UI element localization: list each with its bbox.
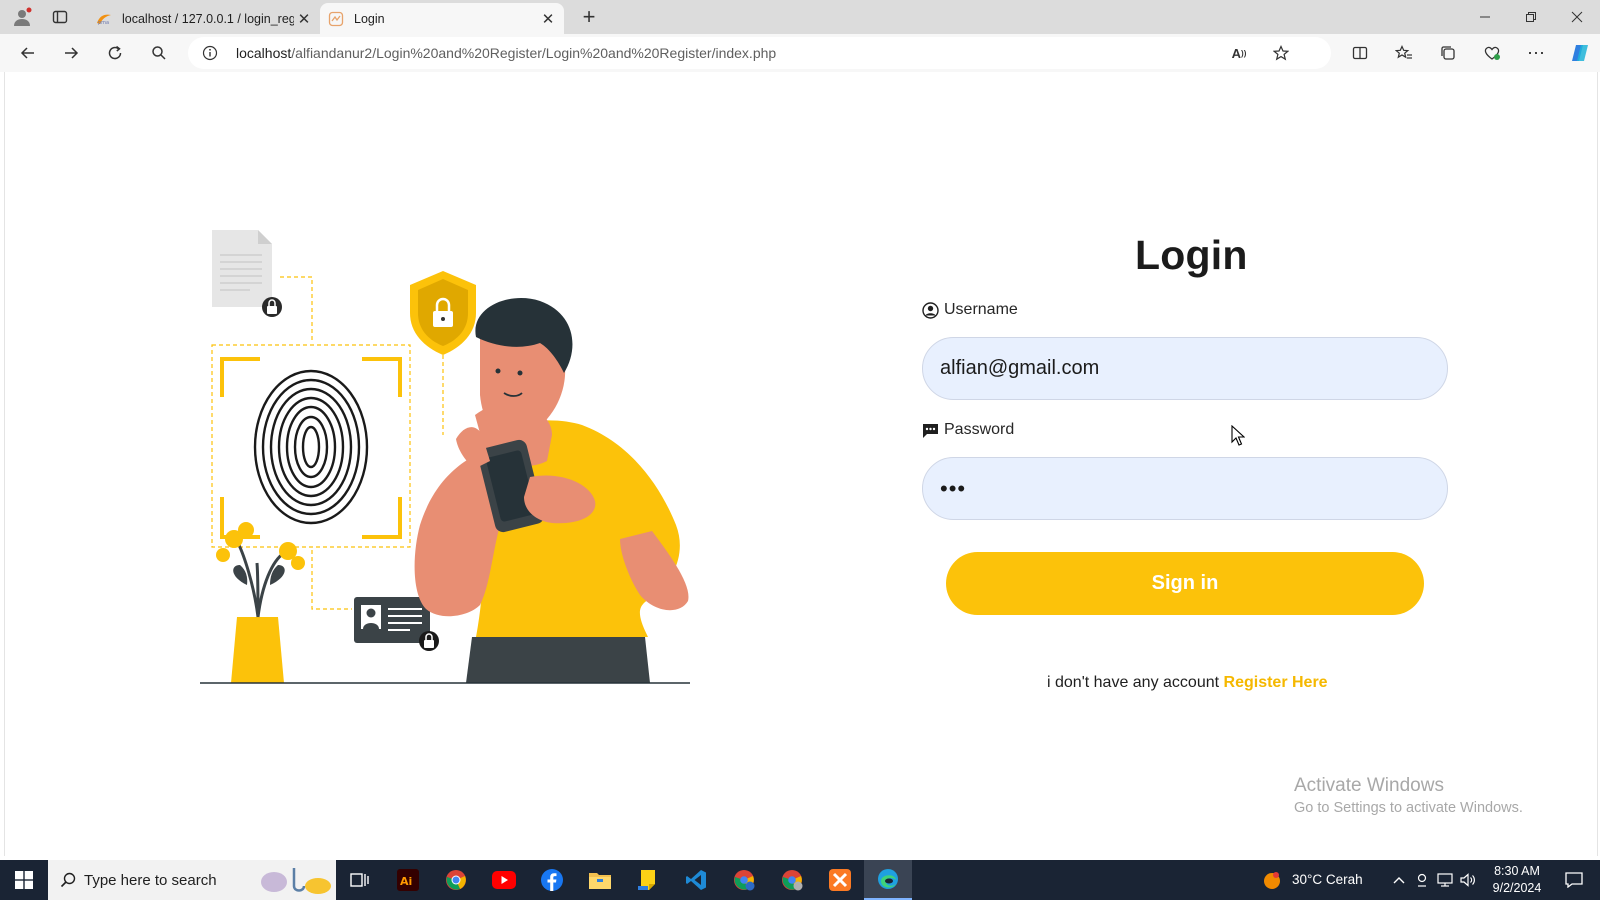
file-explorer-icon[interactable] — [576, 860, 624, 900]
security-illustration — [200, 230, 690, 684]
site-info-icon[interactable] — [200, 43, 220, 63]
browser-tab-bar: pma localhost / 127.0.0.1 / login_regist… — [0, 0, 1600, 34]
weather-text[interactable]: 30°C Cerah — [1292, 872, 1363, 887]
close-tab-icon[interactable]: ✕ — [538, 9, 558, 29]
tab-title: Login — [354, 11, 385, 26]
tab-title: localhost / 127.0.0.1 / login_regist — [122, 11, 294, 26]
edge-icon[interactable] — [864, 860, 912, 900]
username-label: Username — [922, 301, 1018, 319]
password-label-text: Password — [944, 421, 1015, 438]
favorites-icon[interactable] — [1392, 41, 1416, 65]
tab-phpmyadmin[interactable]: pma localhost / 127.0.0.1 / login_regist… — [88, 3, 320, 34]
forward-icon[interactable] — [59, 41, 83, 65]
document-icon — [212, 230, 282, 317]
clock[interactable]: 8:30 AM 9/2/2024 — [1488, 864, 1546, 895]
facebook-icon[interactable] — [528, 860, 576, 900]
register-prompt: i don't have any account Register Here — [1047, 674, 1328, 692]
volume-icon[interactable] — [1457, 860, 1479, 900]
weather-sun-icon[interactable] — [1260, 860, 1284, 900]
favorite-star-icon[interactable] — [1271, 43, 1291, 63]
register-prompt-text: i don't have any account — [1047, 674, 1220, 691]
adobe-illustrator-icon[interactable]: Ai — [384, 860, 432, 900]
search-highlight-doodle-icon — [258, 864, 332, 896]
split-screen-icon[interactable] — [1348, 41, 1372, 65]
chrome-profile-icon[interactable] — [720, 860, 768, 900]
more-menu-icon[interactable]: ⋯ — [1524, 41, 1548, 65]
username-input[interactable] — [922, 337, 1448, 400]
notifications-icon[interactable] — [1552, 860, 1596, 900]
profile-avatar-icon[interactable] — [10, 5, 34, 29]
fingerprint-icon — [253, 369, 369, 525]
browser-toolbar: localhost/alfiandanur2/Login%20and%20Reg… — [0, 34, 1600, 72]
clock-time: 8:30 AM — [1494, 864, 1540, 878]
task-view-icon[interactable] — [336, 860, 384, 900]
watermark-subtitle: Go to Settings to activate Windows. — [1294, 800, 1523, 816]
chrome-icon[interactable] — [432, 860, 480, 900]
phpmyadmin-favicon-icon: pma — [96, 11, 112, 27]
read-aloud-icon[interactable]: A)) — [1229, 43, 1249, 63]
browser-essentials-icon[interactable] — [1480, 41, 1504, 65]
url-text: localhost/alfiandanur2/Login%20and%20Reg… — [236, 45, 776, 61]
taskbar-search-box[interactable]: Type here to search — [48, 860, 336, 900]
password-input[interactable]: ••• — [922, 457, 1448, 520]
windows-taskbar: Type here to search Ai 30°C Cerah 8:30 A… — [0, 860, 1600, 900]
youtube-icon[interactable] — [480, 860, 528, 900]
search-placeholder: Type here to search — [84, 871, 217, 889]
show-hidden-icons-icon[interactable] — [1388, 860, 1410, 900]
password-masked-value: ••• — [940, 475, 967, 501]
watermark-title: Activate Windows — [1294, 775, 1444, 796]
clock-date: 9/2/2024 — [1492, 881, 1542, 895]
tab-actions-icon[interactable] — [48, 5, 72, 29]
page-favicon-icon — [328, 11, 344, 27]
user-circle-icon — [922, 301, 939, 319]
svg-text:pma: pma — [98, 20, 109, 25]
mouse-cursor-icon — [1231, 425, 1245, 446]
sign-in-button[interactable]: Sign in — [946, 552, 1424, 615]
collections-icon[interactable] — [1436, 41, 1460, 65]
restore-icon[interactable] — [1508, 0, 1554, 34]
xampp-icon[interactable] — [816, 860, 864, 900]
minimize-icon[interactable] — [1462, 0, 1508, 34]
chrome-profile-2-icon[interactable] — [768, 860, 816, 900]
sticky-notes-icon[interactable] — [624, 860, 672, 900]
message-dots-icon — [922, 422, 939, 439]
search-icon — [60, 872, 76, 888]
plant-icon — [216, 522, 305, 683]
start-windows-icon[interactable] — [0, 860, 48, 900]
new-tab-icon[interactable]: + — [577, 4, 601, 29]
register-link[interactable]: Register Here — [1224, 674, 1328, 691]
svg-text:Ai: Ai — [400, 875, 412, 888]
username-label-text: Username — [944, 301, 1018, 318]
activate-windows-watermark: Activate Windows Go to Settings to activ… — [1294, 775, 1523, 816]
shield-lock-icon — [410, 271, 476, 355]
person-with-phone-illustration — [414, 298, 689, 683]
page-title: Login — [1135, 232, 1248, 278]
address-bar[interactable]: localhost/alfiandanur2/Login%20and%20Reg… — [188, 37, 1331, 69]
copilot-icon[interactable] — [1568, 41, 1592, 65]
meet-now-icon[interactable] — [1411, 860, 1433, 900]
password-label: Password — [922, 421, 1014, 439]
network-icon[interactable] — [1434, 860, 1456, 900]
refresh-icon[interactable] — [103, 41, 127, 65]
close-window-icon[interactable] — [1554, 0, 1600, 34]
url-path: /alfiandanur2/Login%20and%20Register/Log… — [291, 45, 777, 61]
close-tab-icon[interactable]: ✕ — [294, 9, 314, 29]
back-icon[interactable] — [16, 41, 40, 65]
vscode-icon[interactable] — [672, 860, 720, 900]
url-host: localhost — [236, 45, 292, 61]
tab-login[interactable]: Login ✕ — [320, 3, 564, 34]
search-icon[interactable] — [147, 41, 171, 65]
